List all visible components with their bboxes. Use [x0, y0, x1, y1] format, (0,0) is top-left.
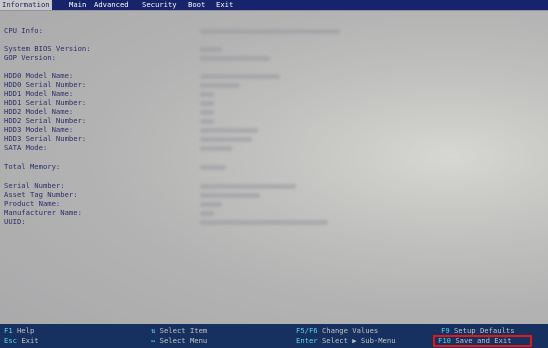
- enter-key: Enter: [296, 336, 318, 345]
- left-right-arrows-icon: ↔: [151, 336, 156, 345]
- up-down-arrows-icon: ⇅: [151, 326, 156, 335]
- gop-version-value-blurred: [200, 56, 270, 61]
- hdd1-serial-label: HDD1 Serial Number:: [4, 98, 87, 107]
- help-key-hint: F1 Help: [4, 326, 34, 336]
- hdd0-model-label: HDD0 Model Name:: [4, 71, 74, 80]
- hdd0-model-value-blurred: [200, 74, 280, 79]
- total-memory-value-blurred: [200, 165, 226, 170]
- total-memory-label: Total Memory:: [4, 162, 61, 171]
- hdd2-serial-value-blurred: [200, 119, 214, 124]
- select-item-desc: Select Item: [159, 326, 208, 335]
- sata-mode-label: SATA Mode:: [4, 143, 48, 152]
- gop-version-label: GOP Version:: [4, 53, 56, 62]
- change-values-desc: Change Values: [321, 326, 379, 335]
- tab-boot[interactable]: Boot: [186, 0, 207, 10]
- change-values-hint: F5/F6 Change Values: [296, 326, 378, 336]
- enter-submenu-hint: Enter Select ▶ Sub-Menu: [296, 336, 396, 346]
- f1-key: F1: [4, 326, 13, 335]
- tab-security[interactable]: Security: [140, 0, 179, 10]
- save-and-exit-highlight-box: [433, 335, 532, 347]
- select-item-hint: ⇅ Select Item: [151, 326, 207, 336]
- select-menu-desc: Select Menu: [159, 336, 208, 345]
- hdd2-model-label: HDD2 Model Name:: [4, 107, 74, 116]
- manufacturer-name-label: Manufacturer Name:: [4, 208, 82, 217]
- hdd3-serial-value-blurred: [200, 137, 252, 142]
- enter-desc: Select ▶ Sub-Menu: [321, 336, 396, 345]
- hdd3-model-value-blurred: [200, 128, 258, 133]
- menu-tab-bar: Information Main Advanced Security Boot …: [0, 0, 548, 10]
- asset-tag-value-blurred: [200, 193, 260, 198]
- f1-desc: Help: [16, 326, 35, 335]
- esc-desc: Exit: [21, 336, 39, 345]
- cpu-info-value-blurred: [200, 29, 340, 34]
- tab-divider: [0, 10, 548, 11]
- select-menu-hint: ↔ Select Menu: [151, 336, 207, 346]
- hdd3-serial-label: HDD3 Serial Number:: [4, 134, 87, 143]
- sata-mode-value-blurred: [200, 146, 232, 151]
- tab-information[interactable]: Information: [0, 0, 52, 10]
- bios-version-value-blurred: [200, 47, 222, 52]
- manufacturer-value-blurred: [200, 211, 214, 216]
- hdd2-serial-label: HDD2 Serial Number:: [4, 116, 87, 125]
- serial-number-label: Serial Number:: [4, 181, 65, 190]
- hdd1-model-label: HDD1 Model Name:: [4, 89, 74, 98]
- f9-key: F9: [441, 326, 450, 335]
- hdd0-serial-value-blurred: [200, 83, 240, 88]
- hdd1-model-value-blurred: [200, 92, 214, 97]
- system-bios-version-label: System BIOS Version:: [4, 44, 91, 53]
- hdd3-model-label: HDD3 Model Name:: [4, 125, 74, 134]
- product-name-value-blurred: [200, 202, 222, 207]
- product-name-label: Product Name:: [4, 199, 61, 208]
- tab-exit[interactable]: Exit: [214, 0, 235, 10]
- tab-main[interactable]: Main: [67, 0, 88, 10]
- bios-setup-screen: Information Main Advanced Security Boot …: [0, 0, 548, 348]
- exit-key-hint: Esc Exit: [4, 336, 39, 346]
- tab-advanced[interactable]: Advanced: [92, 0, 131, 10]
- hdd0-serial-label: HDD0 Serial Number:: [4, 80, 87, 89]
- asset-tag-label: Asset Tag Number:: [4, 190, 78, 199]
- f9-desc: Setup Defaults: [453, 326, 515, 335]
- esc-key: Esc: [4, 336, 17, 345]
- uuid-value-blurred: [200, 220, 328, 225]
- hdd1-serial-value-blurred: [200, 101, 214, 106]
- f5-f6-key: F5/F6: [296, 326, 318, 335]
- cpu-info-label: CPU Info:: [4, 26, 43, 35]
- uuid-label: UUID:: [4, 217, 26, 226]
- serial-number-value-blurred: [200, 184, 296, 189]
- hdd2-model-value-blurred: [200, 110, 214, 115]
